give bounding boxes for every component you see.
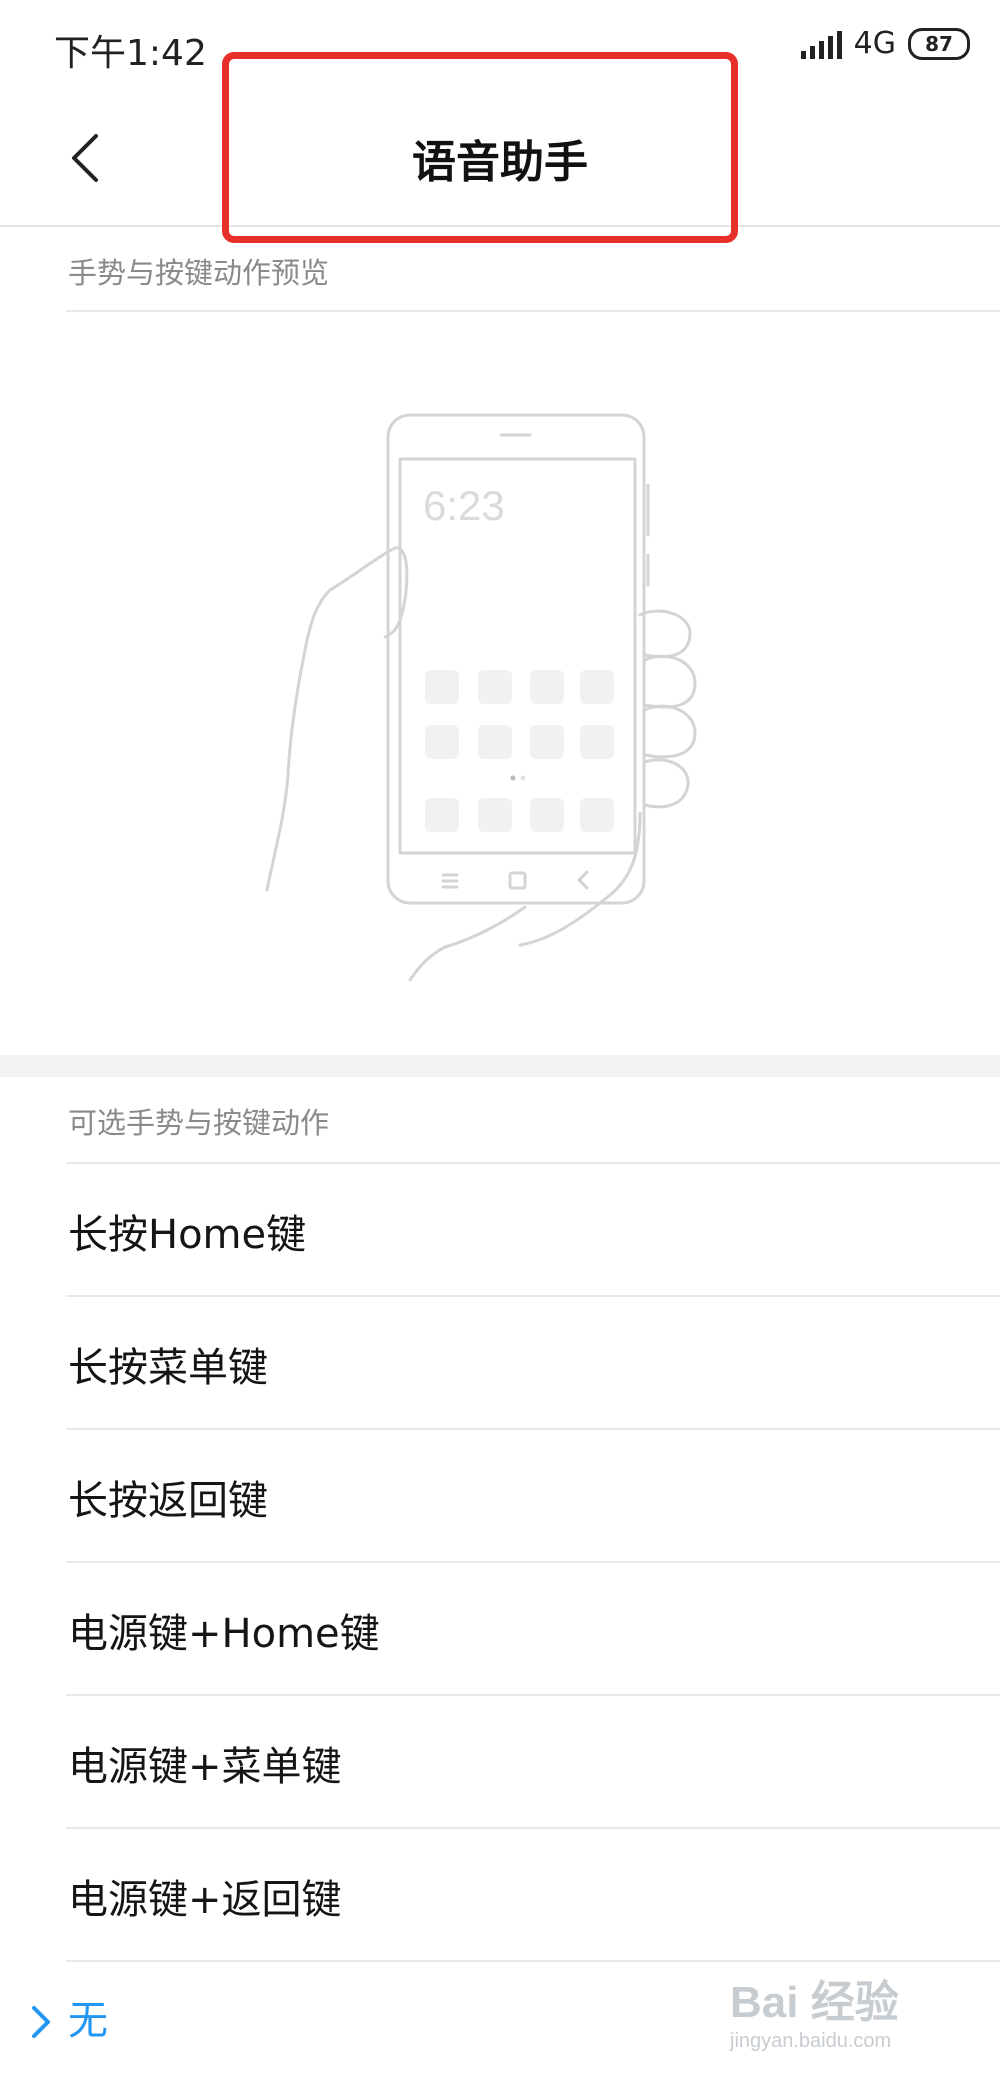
battery-icon: 87 xyxy=(908,27,970,60)
hand-holding-phone-icon: 6:23 xyxy=(265,413,697,982)
status-indicators: 4G 87 xyxy=(800,26,970,61)
option-power-plus-home[interactable]: 电源键+Home键 xyxy=(0,1563,1000,1696)
section-separator xyxy=(0,1055,1000,1077)
gesture-preview-illustration: 6:23 xyxy=(0,315,1000,1055)
watermark-text: Bai 经验 xyxy=(730,1978,899,2027)
option-power-plus-back[interactable]: 电源键+返回键 xyxy=(0,1829,1000,1962)
option-label: 电源键+返回键 xyxy=(68,1877,342,1923)
nav-bar: 语音助手 xyxy=(0,90,1000,227)
option-label: 长按Home键 xyxy=(68,1212,307,1258)
option-long-press-menu[interactable]: 长按菜单键 xyxy=(0,1297,1000,1430)
option-label: 长按菜单键 xyxy=(68,1345,268,1391)
signal-icon xyxy=(800,29,842,59)
divider xyxy=(66,310,1000,312)
status-bar: 下午1:42 4G 87 xyxy=(0,0,1000,90)
status-time: 下午1:42 xyxy=(54,33,207,74)
options-section-header: 可选手势与按键动作 xyxy=(68,1106,330,1140)
selected-option-label: 无 xyxy=(68,1998,108,2044)
phone-clock-text: 6:23 xyxy=(423,482,505,529)
option-label: 电源键+菜单键 xyxy=(68,1744,342,1790)
option-long-press-home[interactable]: 长按Home键 xyxy=(0,1164,1000,1297)
option-power-plus-menu[interactable]: 电源键+菜单键 xyxy=(0,1696,1000,1829)
preview-section-header: 手势与按键动作预览 xyxy=(68,256,330,290)
option-label: 长按返回键 xyxy=(68,1478,268,1524)
chevron-right-icon xyxy=(32,2006,50,2038)
baidu-watermark: Bai 经验 jingyan.baidu.com xyxy=(730,1966,960,2066)
divider xyxy=(66,1960,1000,1962)
network-label: 4G xyxy=(853,26,896,61)
page-title: 语音助手 xyxy=(412,137,588,188)
option-label: 电源键+Home键 xyxy=(68,1611,380,1657)
watermark-url: jingyan.baidu.com xyxy=(730,2030,892,2052)
option-long-press-back[interactable]: 长按返回键 xyxy=(0,1430,1000,1563)
